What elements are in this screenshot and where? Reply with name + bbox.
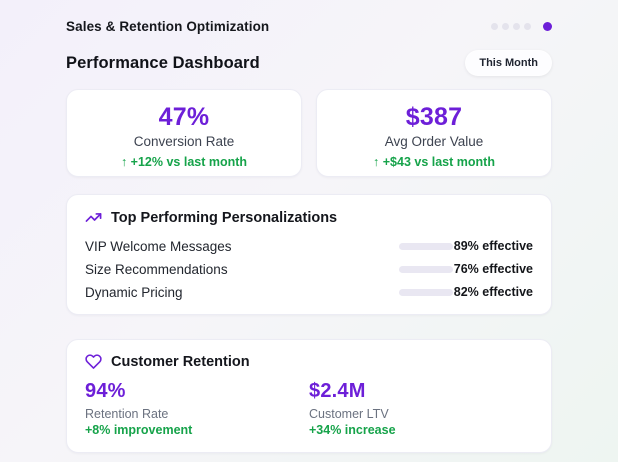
- stat-delta: +8% improvement: [85, 423, 193, 437]
- retention-title: Customer Retention: [111, 353, 250, 370]
- progress-bar: [399, 288, 453, 296]
- progress-bar: [399, 242, 453, 250]
- step-dots: [491, 21, 552, 31]
- avg-order-value-card: $387 Avg Order Value ↑ +$43 vs last mont…: [316, 89, 552, 177]
- stat-label: Customer LTV: [309, 407, 389, 421]
- heading-row: Performance Dashboard This Month: [66, 50, 552, 76]
- effectiveness-value: 82% effective: [453, 285, 533, 299]
- stat-value: 47%: [158, 103, 210, 131]
- stat-value: 94%: [85, 380, 126, 402]
- step-dot[interactable]: [524, 22, 531, 30]
- stat-value: $387: [405, 103, 463, 131]
- progress-bar: [399, 265, 453, 273]
- stat-delta: +34% increase: [309, 423, 396, 437]
- stat-delta: ↑ +12% vs last month: [120, 154, 248, 169]
- stat-delta: ↑ +$43 vs last month: [373, 154, 495, 169]
- personalization-row: Size Recommendations 76% effective: [85, 261, 533, 277]
- personalizations-card: Top Performing Personalizations VIP Welc…: [66, 194, 552, 315]
- customer-ltv-stat: $2.4M Customer LTV +34% increase: [309, 380, 533, 437]
- stat-cards-row: 47% Conversion Rate ↑ +12% vs last month…: [66, 89, 552, 177]
- page-title: Performance Dashboard: [66, 53, 260, 72]
- period-badge[interactable]: This Month: [465, 50, 552, 76]
- conversion-rate-card: 47% Conversion Rate ↑ +12% vs last month: [66, 89, 302, 177]
- app-title: Sales & Retention Optimization: [66, 18, 270, 34]
- heart-icon: [85, 353, 102, 370]
- stat-label: Retention Rate: [85, 407, 169, 421]
- effectiveness-value: 89% effective: [453, 239, 533, 253]
- retention-header: Customer Retention: [85, 353, 533, 370]
- row-label: VIP Welcome Messages: [85, 238, 232, 254]
- customer-retention-card: Customer Retention 94% Retention Rate +8…: [66, 339, 552, 453]
- stat-label: Avg Order Value: [384, 133, 484, 149]
- retention-stats: 94% Retention Rate +8% improvement $2.4M…: [85, 380, 533, 437]
- top-bar: Sales & Retention Optimization: [66, 16, 552, 36]
- dashboard-page: Sales & Retention Optimization Performan…: [0, 0, 618, 453]
- personalizations-rows: VIP Welcome Messages 89% effective Size …: [85, 238, 533, 300]
- step-dot-active[interactable]: [543, 21, 552, 31]
- personalization-row: VIP Welcome Messages 89% effective: [85, 238, 533, 254]
- stat-value: $2.4M: [309, 380, 366, 402]
- retention-rate-stat: 94% Retention Rate +8% improvement: [85, 380, 309, 437]
- personalization-row: Dynamic Pricing 82% effective: [85, 284, 533, 300]
- step-dot[interactable]: [502, 22, 509, 30]
- effectiveness-value: 76% effective: [453, 262, 533, 276]
- step-dot[interactable]: [491, 22, 498, 30]
- row-label: Size Recommendations: [85, 261, 228, 277]
- step-dot[interactable]: [513, 22, 520, 30]
- stat-label: Conversion Rate: [133, 133, 235, 149]
- personalizations-title: Top Performing Personalizations: [111, 209, 338, 226]
- row-label: Dynamic Pricing: [85, 284, 183, 300]
- personalizations-header: Top Performing Personalizations: [85, 209, 533, 226]
- trending-up-icon: [85, 209, 102, 226]
